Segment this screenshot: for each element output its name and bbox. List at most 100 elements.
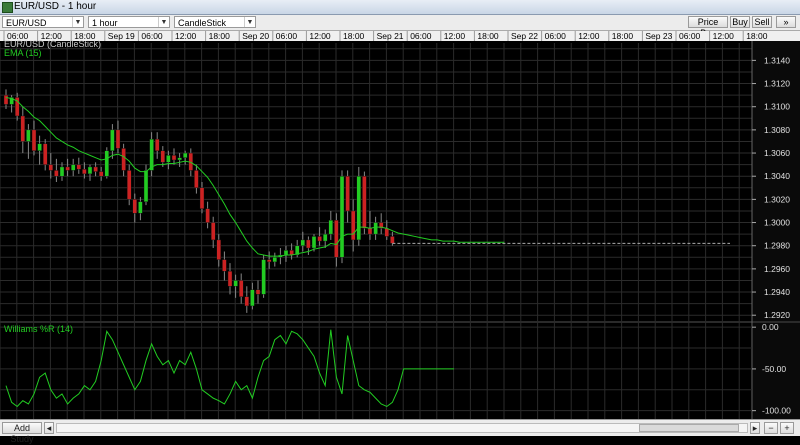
minus-icon: −	[768, 423, 774, 433]
candle-body	[328, 220, 333, 235]
time-axis-label: 06:00	[679, 31, 701, 41]
candle-body	[104, 150, 110, 177]
add-study-button[interactable]: Add Study	[2, 422, 42, 444]
price-box-button[interactable]: Price Box	[688, 16, 728, 38]
price-tick-label: 1.3100	[764, 102, 790, 112]
time-axis-label: 06:00	[141, 31, 163, 41]
sell-button[interactable]: Sell	[752, 16, 772, 28]
time-axis-label: 18:00	[612, 31, 634, 41]
candle-body	[255, 289, 261, 295]
candle-body	[143, 170, 149, 202]
time-axis-label: 12:00	[578, 31, 600, 41]
candle-body	[323, 233, 328, 242]
candle-body	[98, 171, 104, 177]
zoom-out-button[interactable]: −	[764, 422, 778, 434]
williams-axis: 0.00 -50.00 -100.00	[752, 322, 800, 419]
chevron-down-icon[interactable]: ▼	[244, 17, 255, 27]
williams-tick-label: -50.00	[762, 364, 786, 374]
window-titlebar: EUR/USD - 1 hour	[0, 0, 800, 15]
candle-body	[70, 164, 76, 171]
time-axis-label: Sep 19	[108, 31, 135, 41]
chevron-down-icon[interactable]: ▼	[72, 17, 83, 27]
candle-body	[20, 115, 25, 142]
caret-right-icon: ▸	[752, 423, 758, 433]
price-tick-label: 1.3140	[764, 55, 790, 65]
candle-body	[222, 259, 227, 272]
candle-body	[345, 176, 350, 212]
symbol-select[interactable]: EUR/USD ▼	[2, 16, 84, 28]
candle-body	[356, 176, 361, 241]
candle-body	[166, 155, 171, 163]
candle-body	[210, 222, 216, 241]
price-tick-label: 1.3000	[764, 218, 790, 228]
scroll-left-button[interactable]: ◂	[44, 422, 54, 434]
candle-body	[93, 166, 98, 172]
scroll-right-button[interactable]: ▸	[750, 422, 760, 434]
candle-body	[126, 170, 132, 200]
candle-body	[194, 170, 199, 188]
interval-select[interactable]: 1 hour ▼	[88, 16, 170, 28]
ema-legend: EMA (15)	[4, 48, 42, 58]
candle-body	[373, 222, 378, 235]
price-tick-label: 1.3060	[764, 148, 790, 158]
candle-body	[121, 148, 126, 171]
time-axis-label: 12:00	[175, 31, 197, 41]
candle-body	[306, 239, 311, 249]
candle-body	[334, 220, 339, 258]
candle-body	[300, 239, 305, 246]
candle-body	[154, 138, 160, 151]
buy-button[interactable]: Buy	[730, 16, 750, 28]
candle-body	[82, 169, 87, 175]
candle-body	[76, 164, 82, 170]
chart-background	[0, 31, 800, 419]
time-axis: 06:00 12:00 18:00 Sep 19 06:00 12:00 18:00 Sep …	[0, 31, 800, 41]
chart-toolbar: EUR/USD ▼ 1 hour ▼ CandleStick ▼ Price B…	[0, 15, 800, 38]
candle-body	[3, 94, 9, 105]
time-axis-label: Sep 20	[242, 31, 269, 41]
candle-body	[205, 208, 210, 223]
price-tick-label: 1.3120	[764, 79, 790, 89]
interval-select-value: 1 hour	[92, 18, 118, 28]
time-axis-label: 06:00	[410, 31, 432, 41]
candle-body	[311, 236, 317, 249]
candle-body	[132, 199, 138, 214]
candle-body	[182, 152, 188, 158]
status-bar: Add Study ◂ ▸ − +	[0, 419, 800, 444]
candle-body	[37, 143, 42, 151]
price-tick-label: 1.3040	[764, 171, 790, 181]
time-axis-label: Sep 21	[377, 31, 404, 41]
candle-body	[384, 228, 389, 237]
candle-body	[110, 129, 115, 151]
double-chevron-right-icon: »	[783, 17, 789, 27]
price-tick-label: 1.3020	[764, 194, 790, 204]
scrollbar-thumb[interactable]	[639, 424, 739, 432]
candle-body	[250, 289, 255, 307]
candle-body	[390, 236, 395, 244]
candle-body	[138, 201, 143, 214]
chart-area[interactable]: 06:00 12:00 18:00 Sep 19 06:00 12:00 18:00 Sep …	[0, 31, 800, 419]
candle-body	[317, 236, 322, 242]
chevron-down-icon[interactable]: ▼	[158, 17, 169, 27]
candle-body	[362, 176, 367, 229]
candle-body	[54, 170, 59, 177]
time-axis-label: 18:00	[746, 31, 768, 41]
candle-body	[31, 129, 37, 151]
price-tick-label: 1.2920	[764, 310, 790, 320]
zoom-in-button[interactable]: +	[780, 422, 794, 434]
candle-body	[59, 166, 65, 177]
candle-body	[171, 155, 177, 161]
plus-icon: +	[784, 423, 790, 433]
chart-type-select[interactable]: CandleStick ▼	[174, 16, 256, 28]
candle-body	[199, 187, 205, 209]
time-axis-label: 12:00	[309, 31, 331, 41]
candle-body	[87, 166, 93, 175]
candle-body	[283, 250, 289, 256]
more-menu-button[interactable]: »	[776, 16, 796, 28]
chart-type-select-value: CandleStick	[178, 18, 227, 28]
time-scrollbar[interactable]	[56, 423, 748, 433]
candle-body	[177, 157, 182, 161]
time-axis-label: 12:00	[444, 31, 466, 41]
candle-body	[115, 129, 121, 149]
window-title: EUR/USD - 1 hour	[14, 1, 97, 12]
candle-body	[233, 280, 238, 287]
